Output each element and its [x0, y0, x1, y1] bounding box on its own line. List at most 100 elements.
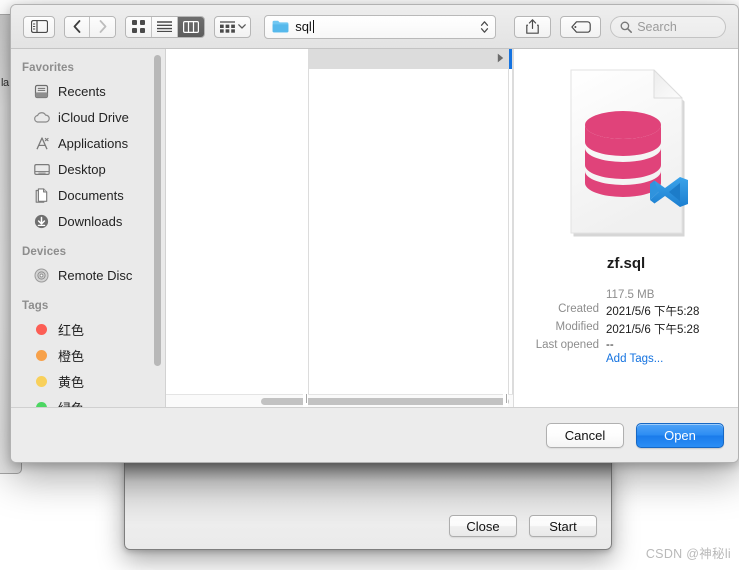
tag-dot-icon [33, 373, 50, 390]
sidebar-item-tag-red[interactable]: 红色 [11, 316, 165, 342]
search-placeholder: Search [637, 19, 677, 34]
tag-icon [570, 20, 591, 33]
file-open-dialog: sql Search Favorites Recents iCloud Driv… [10, 4, 739, 463]
icon-view-button[interactable] [126, 16, 153, 37]
sidebar-toggle-button[interactable] [23, 15, 55, 38]
sidebar-group-title-tags: Tags [22, 300, 49, 312]
sidebar-item-label: 红色 [58, 322, 85, 338]
table-row: 117.5 MB [514, 288, 738, 302]
folder-icon [272, 20, 289, 33]
horizontal-scrollbar[interactable] [166, 394, 513, 407]
background-window[interactable]: Close Start [124, 452, 612, 550]
preview-filename: zf.sql [606, 255, 646, 272]
close-button[interactable]: Close [449, 515, 517, 537]
chevron-left-icon [73, 20, 81, 33]
sidebar-item-recents[interactable]: Recents [11, 78, 165, 104]
preview-metadata-table: 117.5 MB Created 2021/5/6 下午5:28 Modifie… [514, 288, 738, 366]
icloud-icon [33, 109, 50, 126]
browser-column-3[interactable]: zf.sql [509, 49, 513, 407]
sidebar-item-label: Downloads [58, 213, 123, 229]
table-row[interactable]: zf.sql [509, 49, 512, 69]
tag-dot-icon [33, 399, 50, 407]
arrange-button[interactable] [214, 15, 252, 38]
table-row: Add Tags... [514, 352, 738, 366]
meta-key-created: Created [558, 303, 599, 315]
sidebar-item-applications[interactable]: Applications [11, 130, 165, 156]
sidebar-item-tag-green[interactable]: 绿色 [11, 394, 165, 407]
column-view-button[interactable] [178, 16, 205, 37]
add-tags-link[interactable]: Add Tags... [606, 352, 738, 366]
sidebar-icon [30, 20, 48, 33]
background-window-sliver-text: la [1, 77, 9, 89]
meta-key-modified: Modified [555, 321, 599, 333]
cancel-button[interactable]: Cancel [546, 422, 624, 448]
remote-disc-icon [33, 267, 50, 284]
search-icon [620, 21, 633, 33]
sidebar-item-label: Applications [58, 135, 129, 151]
sidebar-item-label: 橙色 [58, 348, 85, 364]
navigation-buttons [64, 15, 117, 38]
meta-value-modified: 2021/5/6 下午5:28 [606, 324, 700, 336]
browser-column-2[interactable] [309, 49, 509, 407]
disclosure-triangle-icon [497, 52, 504, 66]
stepper-icon [480, 20, 489, 34]
dialog-footer: Cancel Open [11, 407, 738, 462]
sidebar: Favorites Recents iCloud Drive Applicati… [11, 49, 166, 407]
desktop-icon [33, 161, 50, 178]
chevron-down-icon [237, 24, 246, 29]
tag-dot-icon [33, 347, 50, 364]
table-row: Last opened -- [514, 338, 738, 352]
arrange-icon [219, 20, 235, 33]
sidebar-item-tag-yellow[interactable]: 黄色 [11, 368, 165, 394]
meta-key-last-opened: Last opened [535, 339, 599, 351]
sidebar-item-icloud-drive[interactable]: iCloud Drive [11, 104, 165, 130]
watermark: CSDN @神秘li [645, 547, 731, 561]
dialog-toolbar: sql Search [11, 5, 738, 49]
preview-pane: zf.sql 117.5 MB Created 2021/5/6 下午5:28 … [513, 49, 738, 407]
meta-value-created: 2021/5/6 下午5:28 [606, 306, 700, 318]
meta-key-empty [514, 288, 606, 302]
sidebar-item-label: Recents [58, 83, 106, 99]
sql-document-vscode-icon [570, 69, 688, 237]
file-icon-preview [551, 63, 701, 241]
share-icon [526, 19, 539, 34]
share-button[interactable] [514, 15, 552, 38]
sidebar-item-label: iCloud Drive [58, 109, 129, 125]
chevron-right-icon [99, 20, 107, 33]
location-popup-button[interactable]: sql [264, 14, 497, 39]
grid-icon [132, 20, 146, 33]
sidebar-group-title-favorites: Favorites [22, 62, 75, 74]
list-item[interactable] [309, 49, 508, 69]
background-window-buttons: Close Start [449, 515, 597, 537]
open-button[interactable]: Open [636, 422, 724, 448]
list-view-button[interactable] [152, 16, 179, 37]
text-caret [312, 20, 314, 33]
sidebar-group-title-devices: Devices [22, 246, 67, 258]
sidebar-item-downloads[interactable]: Downloads [11, 208, 165, 234]
screen: la Close Start sql Search Favorites Rece… [0, 0, 739, 570]
sidebar-item-desktop[interactable]: Desktop [11, 156, 165, 182]
dialog-body: Favorites Recents iCloud Drive Applicati… [11, 49, 738, 407]
documents-icon [33, 187, 50, 204]
column-browser: zf.sql [166, 49, 513, 407]
horizontal-scrollbar-thumb[interactable] [261, 398, 509, 405]
meta-value-last-opened: -- [606, 339, 614, 351]
sidebar-item-remote-disc[interactable]: Remote Disc [11, 262, 165, 288]
meta-key-empty-2 [514, 352, 606, 366]
sidebar-item-documents[interactable]: Documents [11, 182, 165, 208]
file-size-value: 117.5 MB [606, 289, 655, 301]
back-button[interactable] [65, 16, 91, 37]
tag-button[interactable] [560, 15, 602, 38]
browser-column-1[interactable] [166, 49, 309, 407]
applications-icon [33, 135, 50, 152]
recents-icon [33, 83, 50, 100]
sidebar-item-label: Documents [58, 187, 124, 203]
forward-button[interactable] [90, 16, 116, 37]
sidebar-scrollbar[interactable] [154, 55, 161, 366]
columns-icon [183, 20, 200, 33]
search-input[interactable]: Search [610, 15, 726, 38]
sidebar-item-label: 绿色 [58, 398, 84, 408]
sidebar-item-label: Desktop [58, 161, 106, 177]
start-button[interactable]: Start [529, 515, 597, 537]
sidebar-item-tag-orange[interactable]: 橙色 [11, 342, 165, 368]
